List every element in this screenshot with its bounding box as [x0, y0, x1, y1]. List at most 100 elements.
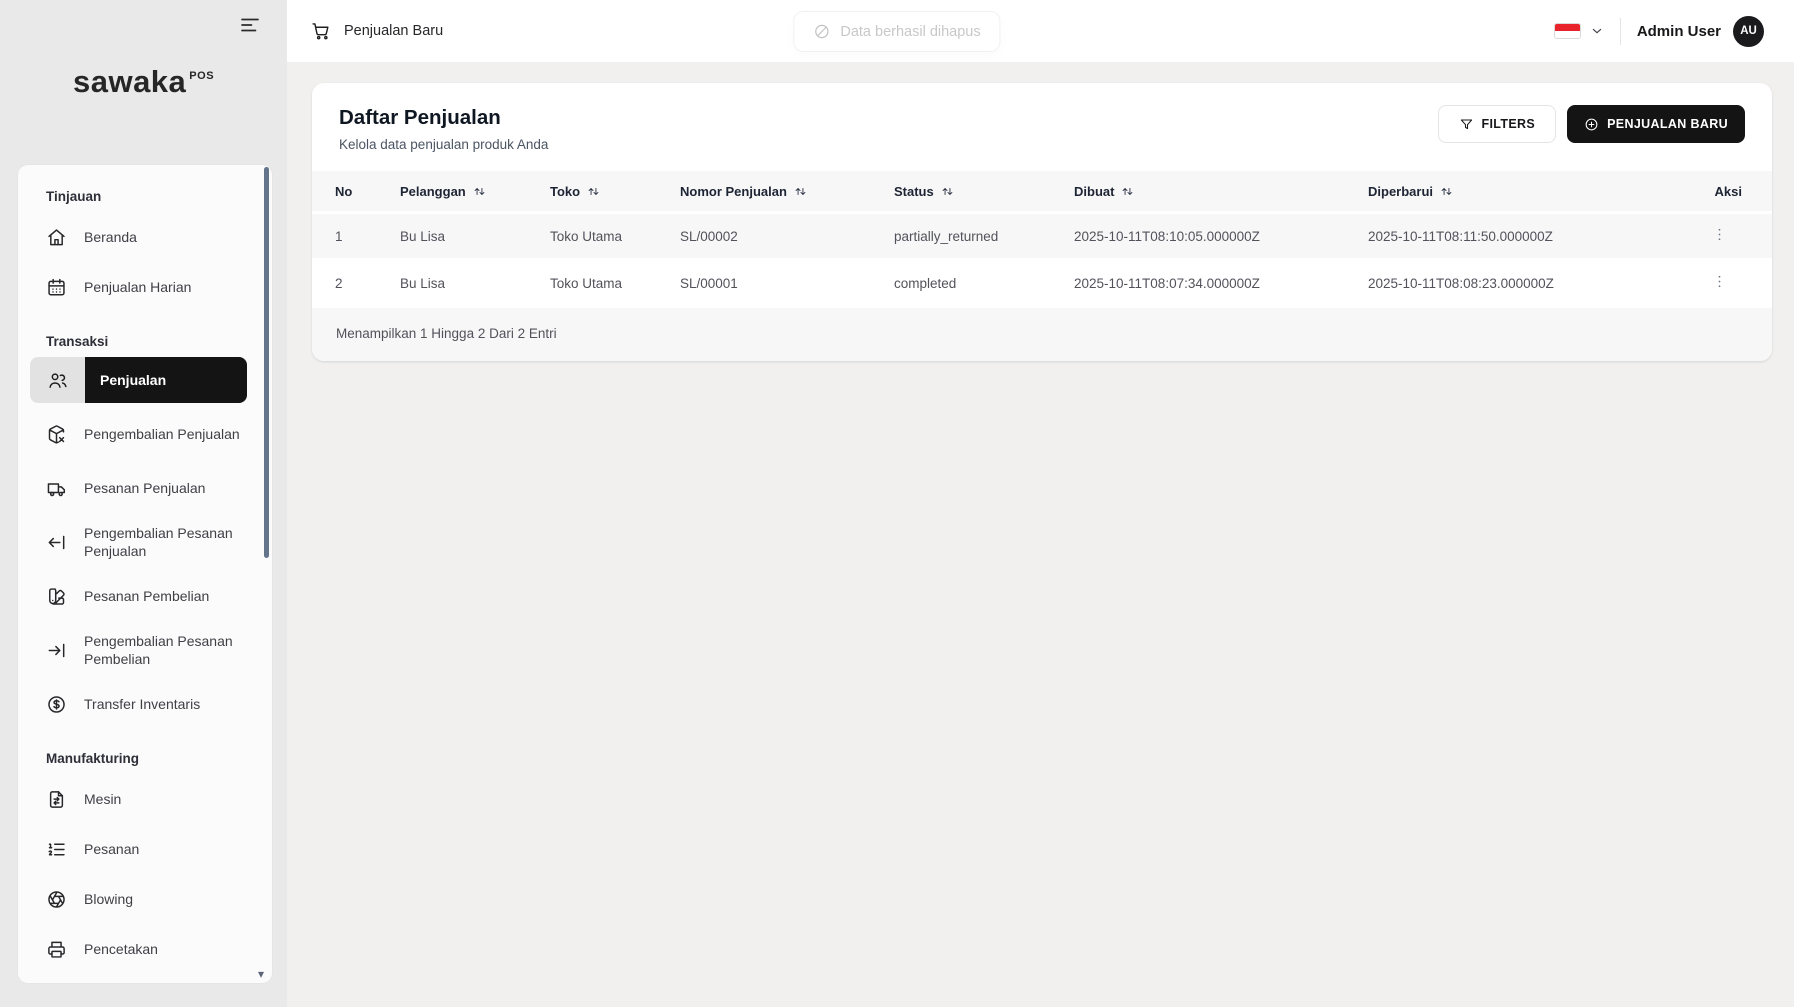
cell-aksi	[1664, 214, 1772, 261]
toast-notification: Data berhasil dihapus	[793, 11, 1000, 52]
sidebar-item-label: Pengembalian Penjualan	[84, 425, 240, 443]
menu-toggle-button[interactable]	[234, 13, 266, 39]
filters-button[interactable]: FILTERS	[1438, 105, 1557, 143]
sidebar-item-label: Blowing	[84, 890, 133, 908]
nav-section-label: Tinjauan	[46, 189, 244, 204]
sidebar-item-pesanan-pembelian[interactable]: Pesanan Pembelian	[18, 571, 272, 621]
topbar: Penjualan Baru Data berhasil dihapus Adm…	[287, 0, 1794, 62]
language-selector[interactable]	[1554, 23, 1605, 39]
aperture-icon	[46, 889, 67, 910]
row-actions-button[interactable]	[1709, 271, 1730, 295]
column-header-dibuat[interactable]: Dibuat	[1074, 171, 1368, 214]
column-header-diperbarui[interactable]: Diperbarui	[1368, 171, 1664, 214]
package-x-icon	[46, 424, 67, 445]
cell-status: completed	[894, 261, 1074, 308]
sidebar-item-pengembalian-penjualan[interactable]: Pengembalian Penjualan	[18, 405, 272, 463]
sidebar-item-penjualan[interactable]: Penjualan	[30, 357, 247, 403]
cell-nomor: SL/00002	[680, 214, 894, 261]
plus-circle-icon	[1584, 117, 1599, 132]
sidebar-item-label: Mesin	[84, 790, 121, 808]
cell-dibuat: 2025-10-11T08:07:34.000000Z	[1074, 261, 1368, 308]
main-area: Penjualan Baru Data berhasil dihapus Adm…	[287, 0, 1794, 1007]
sidebar-item-label: Beranda	[84, 228, 137, 246]
sidebar-item-label: Pengembalian Pesanan Penjualan	[84, 524, 244, 560]
cell-pelanggan: Bu Lisa	[400, 261, 550, 308]
swatch-book-icon	[46, 586, 67, 607]
logo-text: sawaka	[73, 64, 186, 99]
cell-nomor: SL/00001	[680, 261, 894, 308]
sidebar: sawakaPOS Tinjauan Beranda Penjualan Haria…	[0, 0, 287, 1007]
content-area: Daftar Penjualan Kelola data penjualan p…	[287, 62, 1794, 1007]
sidebar-item-pencetakan[interactable]: Pencetakan	[18, 924, 272, 974]
sales-table: NoPelangganTokoNomor PenjualanStatusDibu…	[312, 171, 1772, 308]
sidebar-item-mesin[interactable]: Mesin	[18, 774, 272, 824]
list-ordered-icon	[46, 839, 67, 860]
new-sale-button-label: PENJUALAN BARU	[1607, 117, 1728, 131]
column-header-aksi: Aksi	[1664, 171, 1772, 214]
toast-message: Data berhasil dihapus	[840, 24, 980, 40]
scroll-down-indicator: ▾	[258, 968, 264, 980]
column-header-no: No	[312, 171, 400, 214]
sidebar-nav-list: Tinjauan Beranda Penjualan Harian Transaksi…	[18, 165, 272, 983]
nav-section-label: Manufakturing	[46, 751, 244, 766]
menu-icon	[237, 25, 263, 40]
sidebar-item-label: Pencetakan	[84, 940, 158, 958]
topbar-quick-action[interactable]: Penjualan Baru	[311, 21, 443, 41]
sidebar-scrollbar[interactable]	[264, 167, 269, 981]
sidebar-item-pemotongan[interactable]: Pemotongan	[18, 974, 272, 983]
dollar-circle-icon	[46, 694, 67, 715]
column-header-nomor-penjualan[interactable]: Nomor Penjualan	[680, 171, 894, 214]
chevron-down-icon	[1589, 23, 1605, 39]
sidebar-item-pengembalian-pesanan-pembelian[interactable]: Pengembalian Pesanan Pembelian	[18, 621, 272, 679]
app-root: sawakaPOS Tinjauan Beranda Penjualan Haria…	[0, 0, 1794, 1007]
card-header: Daftar Penjualan Kelola data penjualan p…	[312, 83, 1772, 171]
sidebar-item-beranda[interactable]: Beranda	[18, 212, 272, 262]
arrow-right-to-line-icon	[46, 640, 67, 661]
user-name: Admin User	[1637, 23, 1721, 40]
users-icon	[30, 357, 85, 403]
column-header-toko[interactable]: Toko	[550, 171, 680, 214]
table-footer-summary: Menampilkan 1 Hingga 2 Dari 2 Entri	[312, 308, 1772, 361]
divider	[1620, 18, 1621, 45]
row-actions-button[interactable]	[1709, 224, 1730, 248]
sidebar-item-label: Pengembalian Pesanan Pembelian	[84, 632, 244, 668]
sidebar-item-pesanan-penjualan[interactable]: Pesanan Penjualan	[18, 463, 272, 513]
cell-toko: Toko Utama	[550, 261, 680, 308]
cell-pelanggan: Bu Lisa	[400, 214, 550, 261]
avatar[interactable]: AU	[1733, 16, 1764, 47]
sidebar-item-label: Transfer Inventaris	[84, 695, 200, 713]
logo-sup: POS	[189, 70, 214, 82]
table-row: 2Bu LisaToko UtamaSL/00001completed2025-…	[312, 261, 1772, 308]
sidebar-item-blowing[interactable]: Blowing	[18, 874, 272, 924]
ban-icon	[813, 23, 830, 40]
column-header-pelanggan[interactable]: Pelanggan	[400, 171, 550, 214]
sidebar-item-pengembalian-pesanan-penjualan[interactable]: Pengembalian Pesanan Penjualan	[18, 513, 272, 571]
nav-section-label: Transaksi	[46, 334, 244, 349]
cell-no: 2	[312, 261, 400, 308]
sidebar-item-pesanan[interactable]: Pesanan	[18, 824, 272, 874]
sidebar-item-transfer-inventaris[interactable]: Transfer Inventaris	[18, 679, 272, 729]
printer-icon	[46, 939, 67, 960]
sidebar-item-label: Penjualan	[85, 357, 247, 403]
sidebar-item-label: Pesanan Pembelian	[84, 587, 209, 605]
cell-toko: Toko Utama	[550, 214, 680, 261]
cell-aksi	[1664, 261, 1772, 308]
filters-button-label: FILTERS	[1482, 117, 1536, 131]
user-area: Admin User AU	[1554, 16, 1764, 47]
column-header-status[interactable]: Status	[894, 171, 1074, 214]
cell-status: partially_returned	[894, 214, 1074, 261]
sidebar-item-label: Pesanan	[84, 840, 139, 858]
truck-icon	[46, 478, 67, 499]
table-row: 1Bu LisaToko UtamaSL/00002partially_retu…	[312, 214, 1772, 261]
arrow-left-to-line-icon	[46, 532, 67, 553]
sidebar-item-penjualan-harian[interactable]: Penjualan Harian	[18, 262, 272, 312]
new-sale-button[interactable]: PENJUALAN BARU	[1567, 105, 1745, 143]
sidebar-item-label: Penjualan Harian	[84, 278, 191, 296]
cart-icon	[311, 21, 331, 41]
cell-diperbarui: 2025-10-11T08:08:23.000000Z	[1368, 261, 1664, 308]
card-actions: FILTERS PENJUALAN BARU	[1438, 105, 1746, 143]
sales-list-card: Daftar Penjualan Kelola data penjualan p…	[312, 83, 1772, 361]
sidebar-nav: Tinjauan Beranda Penjualan Harian Transaksi…	[18, 165, 272, 983]
scrollbar-thumb[interactable]	[264, 167, 269, 558]
topbar-title: Penjualan Baru	[344, 23, 443, 39]
